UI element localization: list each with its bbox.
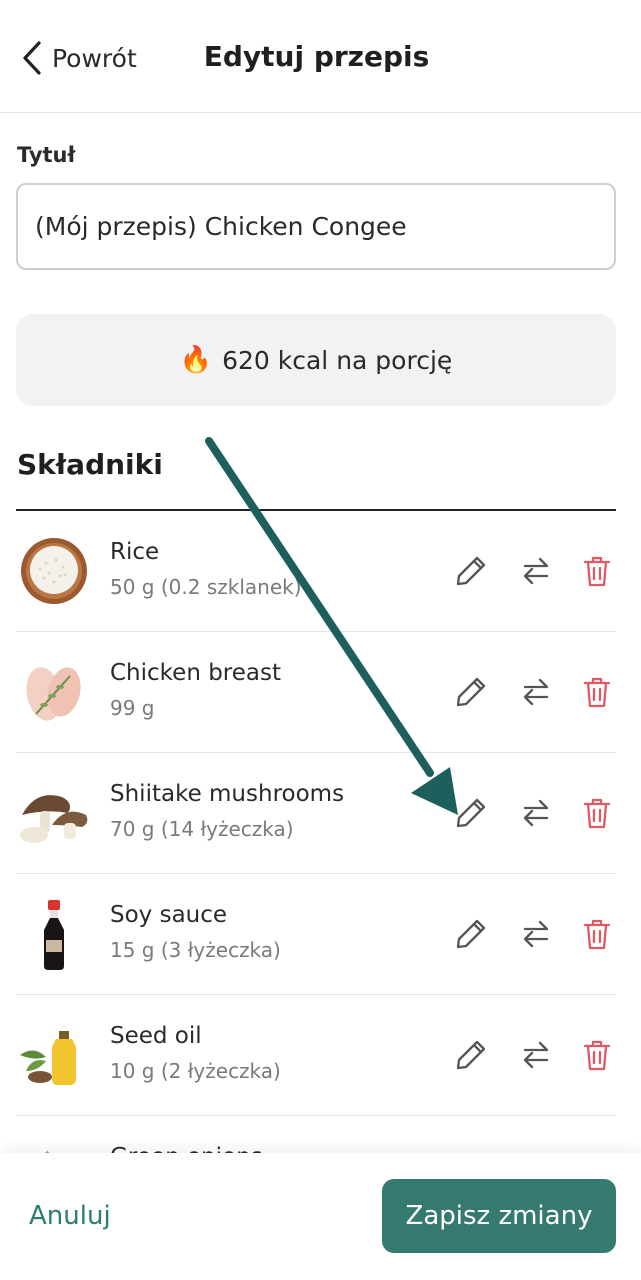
ingredient-amount: 15 g (3 łyżeczka) — [110, 938, 281, 962]
ingredient-row: Chicken breast 99 g — [16, 632, 616, 753]
oil-bottle-icon — [20, 1031, 76, 1085]
soy-sauce-bottle-icon — [44, 900, 64, 970]
ingredient-name: Shiitake mushrooms — [110, 781, 345, 807]
ingredient-amount: 50 g (0.2 szklanek) — [110, 575, 302, 599]
chicken-breast-icon — [26, 667, 81, 721]
swap-icon[interactable] — [518, 1037, 554, 1073]
ingredients-list: Rice 50 g (0.2 szklanek) Chicken breast … — [16, 511, 616, 1237]
swap-icon[interactable] — [518, 553, 554, 589]
ingredient-name: Rice — [110, 539, 160, 565]
title-field-label: Tytuł — [17, 143, 76, 167]
ingredient-row: Rice 50 g (0.2 szklanek) — [16, 511, 616, 632]
ingredients-heading: Składniki — [17, 448, 163, 481]
page-title: Edytuj przepis — [0, 40, 641, 73]
title-input[interactable] — [16, 183, 616, 270]
swap-icon[interactable] — [518, 916, 554, 952]
save-changes-button[interactable]: Zapisz zmiany — [382, 1179, 616, 1253]
trash-icon[interactable] — [579, 916, 615, 952]
ingredient-row: Shiitake mushrooms 70 g (14 łyżeczka) — [16, 753, 616, 874]
ingredient-name: Soy sauce — [110, 902, 228, 928]
bottom-action-bar: Anuluj Zapisz zmiany — [0, 1153, 641, 1280]
ingredient-row: Soy sauce 15 g (3 łyżeczka) — [16, 874, 616, 995]
calories-text: 620 kcal na porcję — [222, 345, 453, 375]
ingredient-name: Seed oil — [110, 1023, 202, 1049]
swap-icon[interactable] — [518, 795, 554, 831]
rice-bowl-icon — [21, 538, 87, 604]
trash-icon[interactable] — [579, 674, 615, 710]
cancel-button[interactable]: Anuluj — [29, 1201, 111, 1231]
pencil-icon[interactable] — [453, 674, 489, 710]
trash-icon[interactable] — [579, 553, 615, 589]
ingredient-amount: 70 g (14 łyżeczka) — [110, 817, 294, 841]
pencil-icon[interactable] — [453, 1037, 489, 1073]
fire-icon: 🔥 — [179, 345, 213, 375]
ingredient-row: Seed oil 10 g (2 łyżeczka) — [16, 995, 616, 1116]
swap-icon[interactable] — [518, 674, 554, 710]
mushrooms-icon — [20, 795, 88, 843]
ingredient-name: Chicken breast — [110, 660, 282, 686]
pencil-icon[interactable] — [453, 795, 489, 831]
pencil-icon[interactable] — [453, 553, 489, 589]
ingredient-amount: 10 g (2 łyżeczka) — [110, 1059, 281, 1083]
page-title-text: Edytuj przepis — [203, 40, 430, 73]
pencil-icon[interactable] — [453, 916, 489, 952]
top-bar: Powrót Edytuj przepis — [0, 0, 641, 113]
ingredient-amount: 99 g — [110, 696, 155, 720]
trash-icon[interactable] — [579, 795, 615, 831]
trash-icon[interactable] — [579, 1037, 615, 1073]
calories-summary: 🔥 620 kcal na porcję — [16, 314, 616, 406]
